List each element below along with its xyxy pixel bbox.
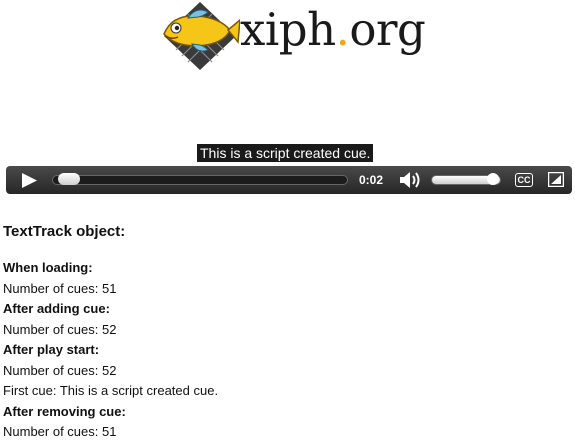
current-time: 0:02	[359, 173, 384, 187]
event-log: When loading: Number of cues: 51 After a…	[3, 258, 218, 443]
event-entry: After play start: Number of cues: 52 Fir…	[3, 340, 218, 402]
event-entry: After adding cue: Number of cues: 52	[3, 299, 218, 340]
event-label: After removing cue:	[3, 403, 126, 419]
xiph-wordmark: xiph.org	[240, 3, 426, 56]
video-player[interactable]: xiph.org This is a script created cue.	[6, 0, 572, 193]
section-heading: TextTrack object:	[3, 223, 126, 240]
play-icon[interactable]	[20, 172, 38, 189]
event-label: When loading:	[3, 260, 93, 275]
event-detail: Number of cues: 52	[3, 362, 117, 378]
event-detail: Number of cues: 51	[3, 280, 117, 296]
fullscreen-icon[interactable]	[548, 172, 564, 187]
event-detail: Number of cues: 51	[3, 424, 117, 439]
speaker-icon[interactable]	[399, 170, 421, 190]
xiph-logo: xiph.org	[158, 0, 426, 70]
captions-button[interactable]: CC	[515, 173, 533, 187]
caption-cue: This is a script created cue.	[197, 144, 374, 162]
event-entry: When loading: Number of cues: 51	[3, 258, 218, 299]
xiph-fish-logo-icon	[163, 2, 240, 70]
seek-bar[interactable]	[52, 175, 348, 185]
seek-thumb[interactable]	[58, 173, 80, 185]
event-label: After play start:	[3, 342, 100, 357]
event-detail: Number of cues: 52	[3, 321, 117, 337]
event-detail: First cue: This is a script created cue.	[3, 383, 219, 398]
media-controls-bar: 0:02 CC	[6, 166, 572, 194]
event-label: After adding cue:	[3, 301, 110, 316]
volume-thumb[interactable]	[487, 173, 499, 185]
event-entry: After removing cue: Number of cues: 51	[3, 402, 218, 443]
texttrack-report: TextTrack object: When loading: Number o…	[3, 222, 563, 439]
